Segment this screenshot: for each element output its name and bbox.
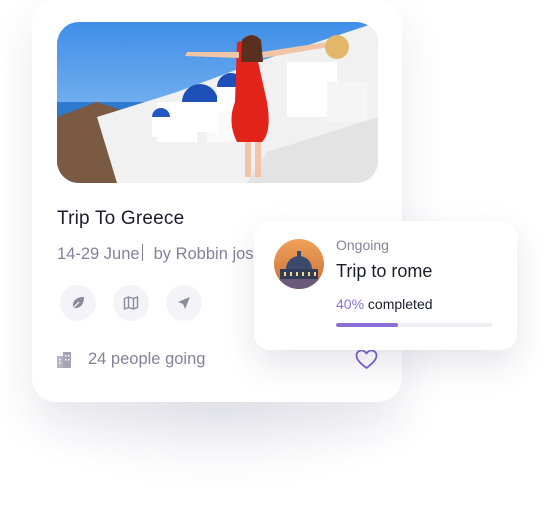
trip-status: Ongoing (336, 237, 389, 253)
building-icon (57, 352, 71, 368)
ongoing-trip-title: Trip to rome (336, 261, 433, 281)
progress-bar (336, 323, 492, 327)
people-going-label: 24 people going (88, 350, 206, 368)
trip-meta: 14-29 June by Robbin joseph (57, 244, 281, 264)
trip-hero-image (57, 22, 378, 183)
send-icon (178, 297, 190, 309)
heart-icon (355, 349, 378, 369)
progress-bar-fill (336, 323, 399, 327)
rome-avatar (274, 239, 324, 289)
progress-text: 40% completed (336, 296, 433, 312)
favorite-button[interactable] (355, 349, 378, 375)
leaf-icon (72, 297, 84, 309)
trip-actions (60, 285, 202, 321)
progress-percent: 40% (336, 296, 365, 312)
trip-dates: 14-29 June (57, 245, 140, 263)
map-icon (123, 296, 139, 310)
send-button[interactable] (166, 285, 202, 321)
leaf-button[interactable] (60, 285, 96, 321)
map-button[interactable] (113, 285, 149, 321)
meta-divider (141, 244, 143, 261)
ongoing-trip-card[interactable]: Ongoing Trip to rome 40% completed (254, 221, 517, 350)
progress-completed-label: completed (364, 296, 433, 312)
people-going: 24 people going (56, 350, 205, 369)
trip-title: Trip To Greece (57, 208, 185, 229)
